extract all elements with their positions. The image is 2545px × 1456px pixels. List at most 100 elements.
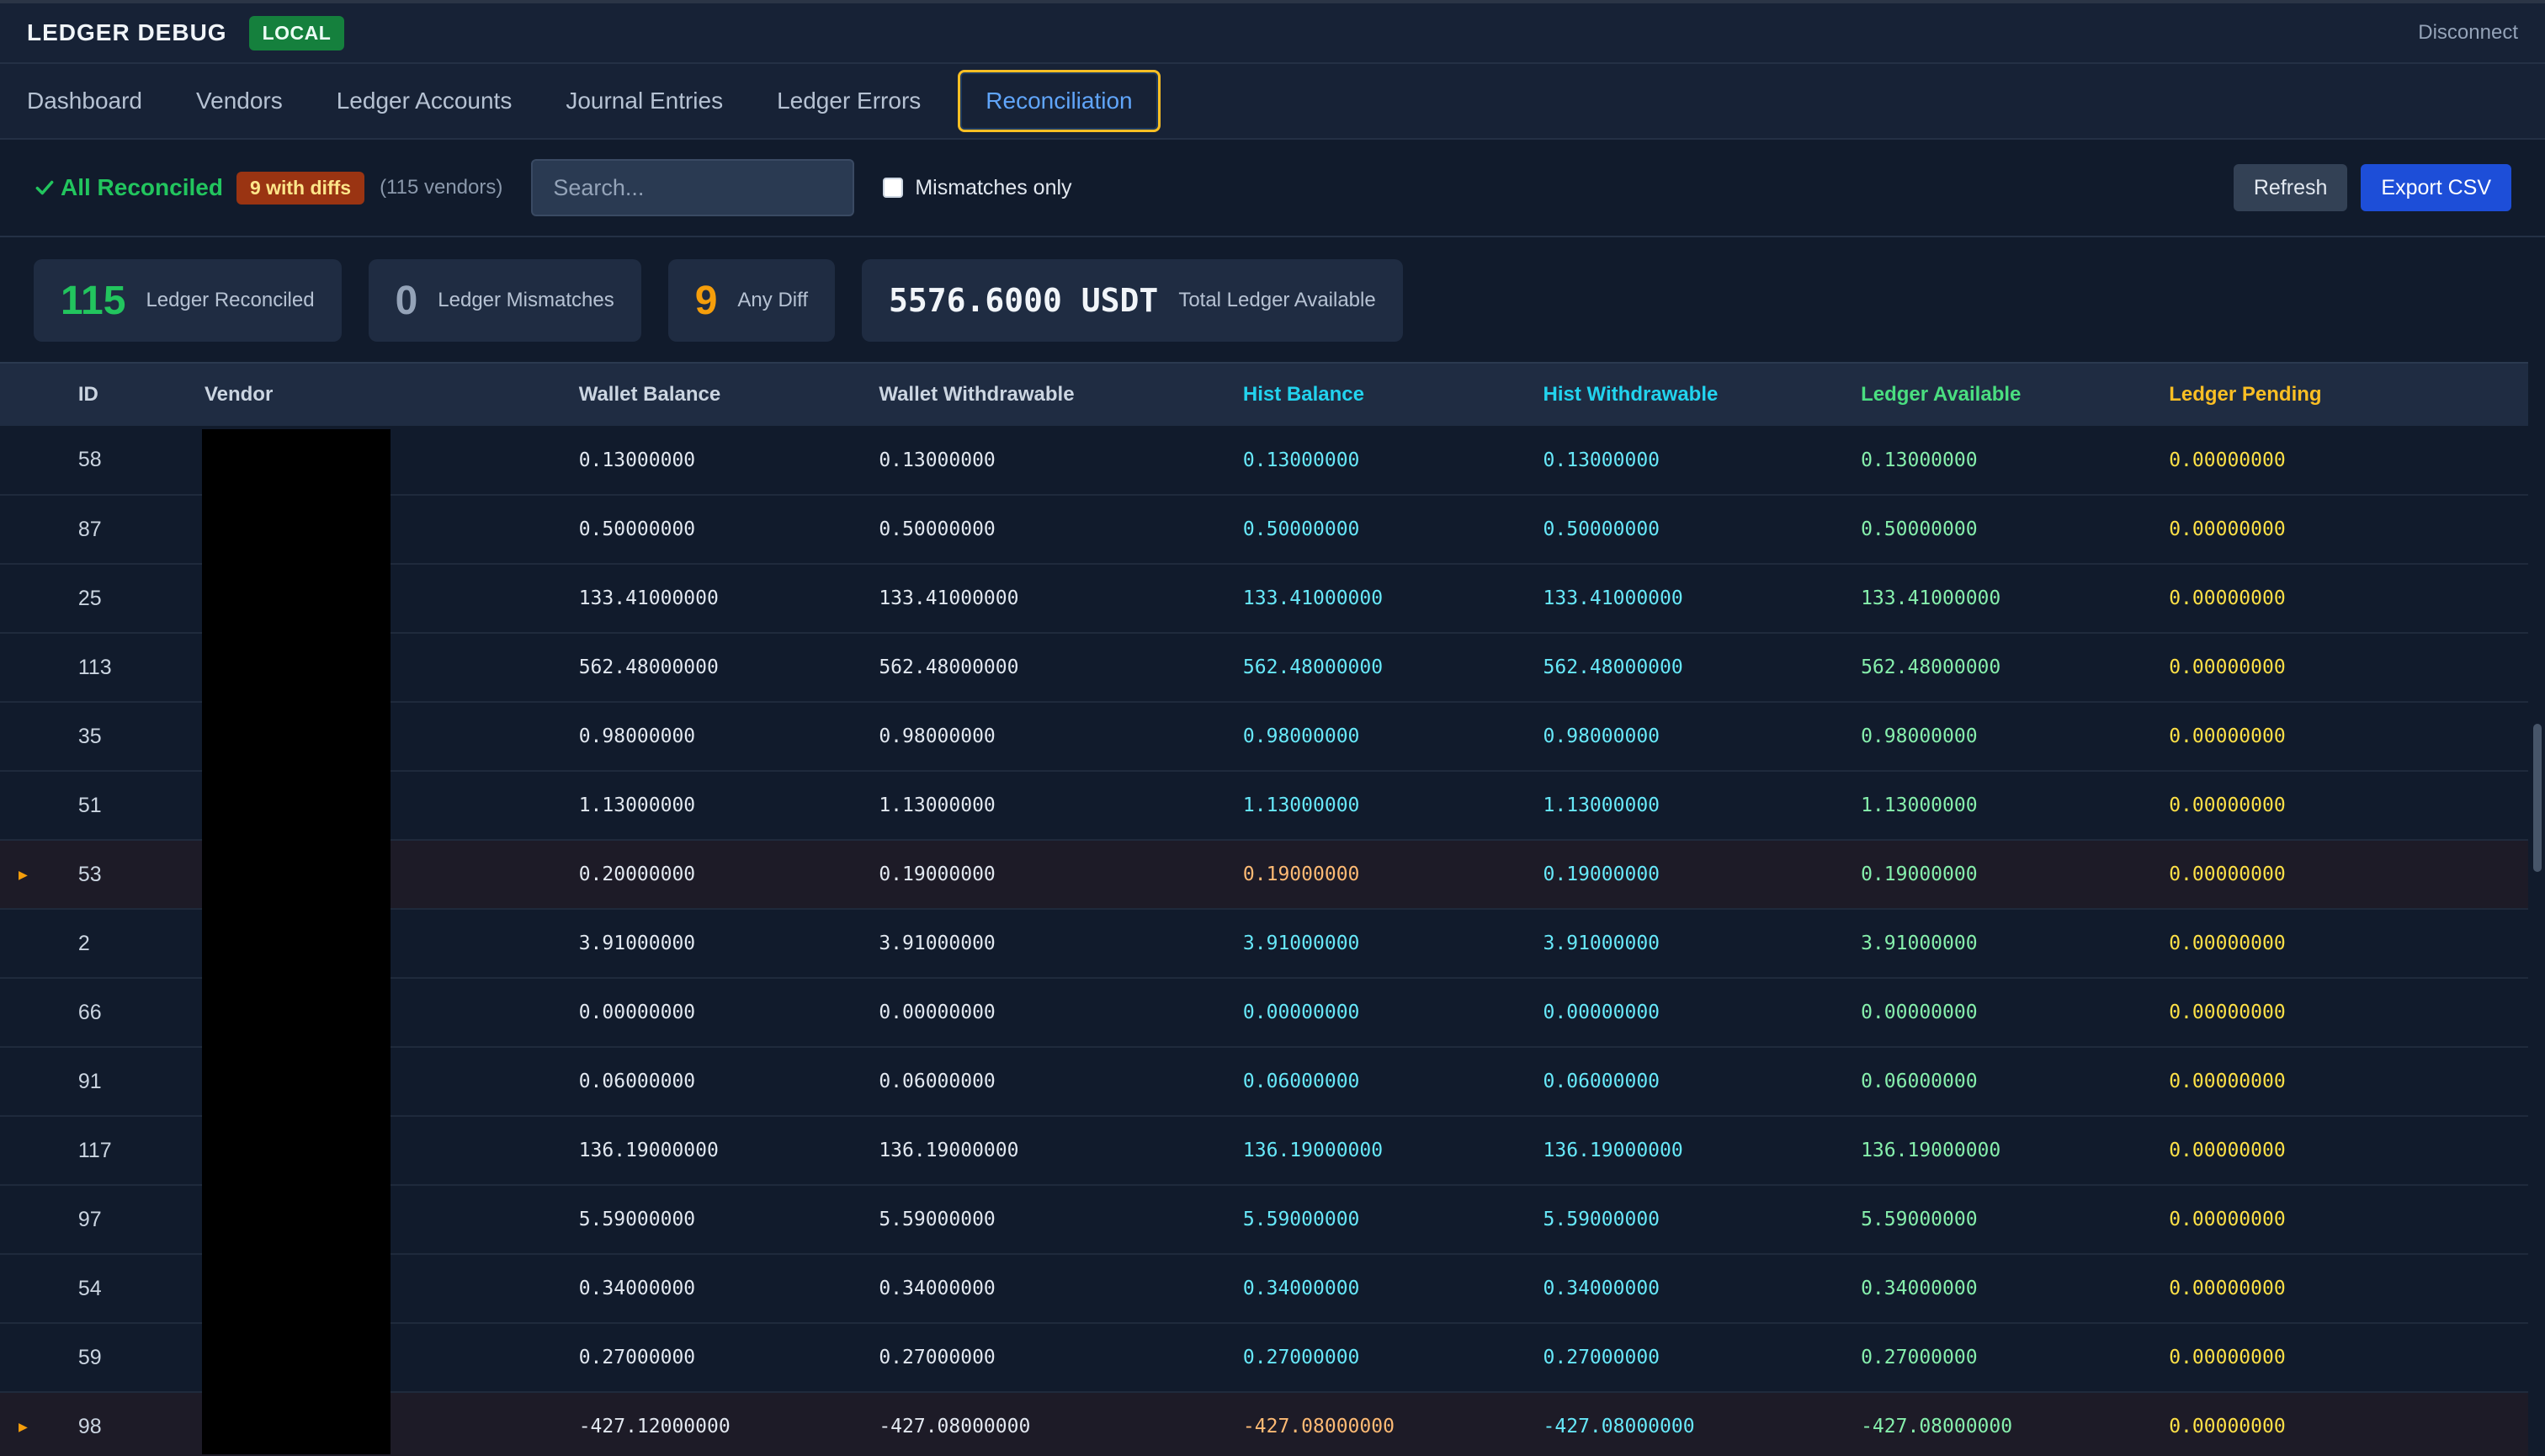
cell-ledger-available: 0.19000000 — [1861, 864, 1978, 885]
status-text: All Reconciled — [61, 174, 223, 200]
cell-hist-balance: 0.00000000 — [1242, 1002, 1360, 1023]
cell-id: 117 — [77, 1138, 112, 1162]
export-csv-button[interactable]: Export CSV — [2361, 164, 2511, 211]
row-expand-cell — [0, 909, 78, 978]
stat-value: 0 — [395, 278, 418, 323]
cell-wallet-withdrawable: 0.00000000 — [879, 1002, 996, 1023]
mismatches-checkbox[interactable] — [883, 178, 904, 198]
cell-wallet-withdrawable: 133.41000000 — [879, 587, 1019, 609]
search-input[interactable] — [531, 159, 855, 216]
cell-ledger-pending: 0.00000000 — [2169, 656, 2286, 678]
refresh-button[interactable]: Refresh — [2233, 164, 2348, 211]
row-expand-cell — [0, 1047, 78, 1116]
header-vendor[interactable]: Vendor — [205, 364, 579, 426]
cell-hist-withdrawable: -427.08000000 — [1543, 1416, 1695, 1437]
cell-wallet-withdrawable: 136.19000000 — [879, 1140, 1019, 1161]
stat-label: Ledger Reconciled — [146, 289, 315, 311]
mismatches-toggle[interactable]: Mismatches only — [883, 175, 1072, 200]
tab-vendors[interactable]: Vendors — [179, 71, 300, 131]
cell-wallet-balance: 0.13000000 — [578, 449, 696, 471]
vendor-count: (115 vendors) — [380, 176, 503, 199]
cell-wallet-withdrawable: 3.91000000 — [879, 933, 996, 954]
cell-ledger-available: 0.98000000 — [1861, 725, 1978, 747]
cell-id: 2 — [77, 931, 90, 955]
scrollbar[interactable] — [2528, 362, 2545, 1456]
disconnect-link[interactable]: Disconnect — [2418, 21, 2518, 45]
cell-ledger-available: 0.13000000 — [1861, 449, 1978, 471]
stat-label: Ledger Mismatches — [438, 289, 614, 311]
header-id[interactable]: ID — [78, 364, 205, 426]
cell-hist-balance: 0.19000000 — [1242, 864, 1360, 885]
cell-hist-withdrawable: 3.91000000 — [1543, 933, 1660, 954]
cell-hist-balance: 136.19000000 — [1242, 1140, 1384, 1161]
row-expand-cell — [0, 633, 78, 702]
cell-id: 53 — [77, 862, 102, 886]
vendor-redaction — [202, 429, 391, 1454]
cell-ledger-pending: 0.00000000 — [2169, 864, 2286, 885]
check-icon — [35, 180, 54, 195]
cell-hist-balance: -427.08000000 — [1242, 1416, 1395, 1437]
stat-any-diff: 9 Any Diff — [667, 259, 836, 342]
cell-wallet-balance: 562.48000000 — [578, 656, 719, 678]
row-expand-cell — [0, 1323, 78, 1392]
app-title: LEDGER DEBUG — [27, 19, 227, 45]
tab-ledger-accounts[interactable]: Ledger Accounts — [320, 71, 529, 131]
cell-hist-withdrawable: 5.59000000 — [1543, 1209, 1660, 1230]
header-ledger-available[interactable]: Ledger Available — [1861, 364, 2169, 426]
cell-id: 113 — [77, 655, 112, 679]
cell-hist-balance: 0.98000000 — [1242, 725, 1360, 747]
header-hist-balance[interactable]: Hist Balance — [1243, 364, 1543, 426]
cell-wallet-withdrawable: 5.59000000 — [879, 1209, 996, 1230]
row-expand-cell — [0, 564, 78, 633]
cell-hist-balance: 3.91000000 — [1242, 933, 1360, 954]
cell-hist-balance: 5.59000000 — [1242, 1209, 1360, 1230]
tab-journal-entries[interactable]: Journal Entries — [549, 71, 740, 131]
stat-label: Total Ledger Available — [1178, 289, 1376, 311]
cell-hist-balance: 0.27000000 — [1242, 1347, 1360, 1368]
cell-hist-withdrawable: 562.48000000 — [1543, 656, 1683, 678]
cell-id: 91 — [77, 1069, 102, 1093]
tab-reconciliation[interactable]: Reconciliation — [958, 70, 1161, 132]
table-header: ID Vendor Wallet Balance Wallet Withdraw… — [0, 364, 2528, 426]
tab-ledger-errors[interactable]: Ledger Errors — [760, 71, 938, 131]
cell-hist-withdrawable: 0.98000000 — [1543, 725, 1660, 747]
cell-hist-balance: 0.13000000 — [1242, 449, 1360, 471]
cell-wallet-balance: 5.59000000 — [578, 1209, 696, 1230]
cell-wallet-withdrawable: 0.34000000 — [879, 1278, 996, 1299]
cell-wallet-withdrawable: 0.06000000 — [879, 1071, 996, 1092]
header-wallet-balance[interactable]: Wallet Balance — [579, 364, 879, 426]
cell-ledger-available: 136.19000000 — [1861, 1140, 2001, 1161]
cell-hist-withdrawable: 0.19000000 — [1543, 864, 1660, 885]
cell-ledger-pending: 0.00000000 — [2169, 794, 2286, 816]
cell-id: 66 — [77, 1000, 102, 1024]
row-expand-cell — [0, 495, 78, 564]
cell-wallet-balance: 1.13000000 — [578, 794, 696, 816]
cell-hist-balance: 562.48000000 — [1242, 656, 1384, 678]
cell-hist-balance: 133.41000000 — [1242, 587, 1384, 609]
scroll-thumb[interactable] — [2533, 724, 2542, 872]
cell-hist-withdrawable: 0.50000000 — [1543, 518, 1660, 540]
header-wallet-withdrawable[interactable]: Wallet Withdrawable — [879, 364, 1243, 426]
tab-dashboard[interactable]: Dashboard — [10, 71, 159, 131]
cell-id: 58 — [77, 448, 102, 471]
row-expand-cell — [0, 702, 78, 771]
cell-wallet-balance: 0.00000000 — [578, 1002, 696, 1023]
cell-ledger-pending: 0.00000000 — [2169, 449, 2286, 471]
tab-bar: Dashboard Vendors Ledger Accounts Journa… — [0, 64, 2545, 140]
expand-arrow-icon[interactable]: ▶ — [0, 840, 78, 909]
cell-ledger-available: 133.41000000 — [1861, 587, 2001, 609]
cell-ledger-available: 0.06000000 — [1861, 1071, 1978, 1092]
header-expand — [0, 364, 78, 426]
cell-ledger-pending: 0.00000000 — [2169, 587, 2286, 609]
cell-wallet-balance: 0.20000000 — [578, 864, 696, 885]
cell-hist-withdrawable: 0.34000000 — [1543, 1278, 1660, 1299]
cell-hist-balance: 1.13000000 — [1242, 794, 1360, 816]
mismatches-label: Mismatches only — [915, 175, 1072, 199]
header-ledger-pending[interactable]: Ledger Pending — [2169, 364, 2528, 426]
row-expand-cell — [0, 1116, 78, 1185]
cell-wallet-withdrawable: -427.08000000 — [879, 1416, 1031, 1437]
header-hist-withdrawable[interactable]: Hist Withdrawable — [1543, 364, 1862, 426]
cell-ledger-available: 0.00000000 — [1861, 1002, 1978, 1023]
expand-arrow-icon[interactable]: ▶ — [0, 1392, 78, 1456]
cell-hist-withdrawable: 133.41000000 — [1543, 587, 1683, 609]
